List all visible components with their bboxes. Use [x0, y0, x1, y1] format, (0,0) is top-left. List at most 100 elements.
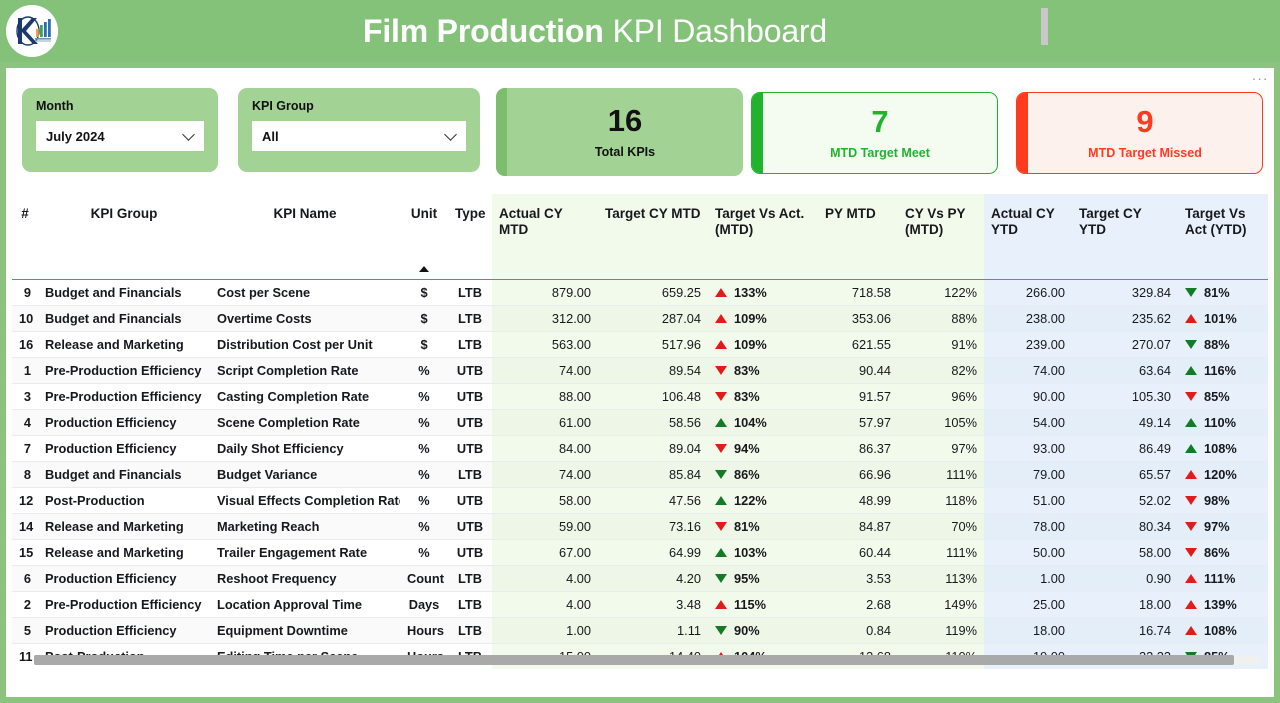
cell-cyvspy_mtd: 119% — [898, 617, 984, 644]
table-row[interactable]: 6 Production Efficiency Reshoot Frequency C… — [12, 565, 1268, 592]
cell-py_mtd: 86.37 — [818, 435, 898, 462]
cell-tva_mtd: 90% — [708, 617, 818, 644]
cell-actual_ytd: 50.00 — [984, 539, 1072, 566]
mtd-target-meet-card[interactable]: 7 MTD Target Meet — [751, 92, 998, 174]
table-row[interactable]: 10 Budget and Financials Overtime Costs $ LT… — [12, 305, 1268, 332]
cell-unit: $ — [400, 331, 448, 358]
column-header-unit[interactable]: Unit — [400, 194, 448, 279]
arrow-down-icon — [715, 391, 727, 401]
delta-value: 88% — [1204, 336, 1230, 352]
column-header-idx[interactable]: # — [12, 194, 38, 279]
cell-actual_mtd: 84.00 — [492, 435, 598, 462]
delta-value: 103% — [734, 544, 767, 560]
month-slicer[interactable]: Month July 2024 — [22, 88, 218, 172]
cell-actual_mtd: 563.00 — [492, 331, 598, 358]
cell-idx: 14 — [12, 513, 38, 540]
cell-target_mtd: 89.04 — [598, 435, 708, 462]
total-kpis-card[interactable]: 16 Total KPIs — [496, 88, 743, 176]
table-row[interactable]: 15 Release and Marketing Trailer Engagemen… — [12, 539, 1268, 566]
sort-ascending-icon — [419, 265, 429, 272]
column-header-label: CY Vs PY (MTD) — [905, 206, 966, 237]
cell-unit: Days — [400, 591, 448, 618]
cell-tva_mtd: 83% — [708, 357, 818, 384]
table-row[interactable]: 3 Pre-Production Efficiency Casting Comple… — [12, 383, 1268, 410]
cell-cyvspy_mtd: 113% — [898, 565, 984, 592]
delta-value: 101% — [1204, 310, 1237, 326]
dashboard-panel: ... Month July 2024 KPI Group All 16 Tot… — [6, 68, 1274, 697]
column-header-tva_mtd[interactable]: Target Vs Act. (MTD) — [708, 194, 818, 279]
cell-actual_ytd: 51.00 — [984, 487, 1072, 514]
arrow-up-icon — [1185, 443, 1197, 453]
column-header-group[interactable]: KPI Group — [38, 194, 210, 279]
table-row[interactable]: 9 Budget and Financials Cost per Scene $ LTB… — [12, 279, 1268, 306]
mtd-target-missed-card[interactable]: 9 MTD Target Missed — [1016, 92, 1263, 174]
cell-tva_ytd: 139% — [1178, 591, 1268, 618]
cell-py_mtd: 353.06 — [818, 305, 898, 332]
table-row[interactable]: 12 Post-Production Visual Effects Completi… — [12, 487, 1268, 514]
column-header-target_mtd[interactable]: Target CY MTD — [598, 194, 708, 279]
column-header-actual_mtd[interactable]: Actual CY MTD — [492, 194, 598, 279]
cell-tva_ytd: 98% — [1178, 487, 1268, 514]
table-row[interactable]: 5 Production Efficiency Equipment Downtime… — [12, 617, 1268, 644]
column-header-target_ytd[interactable]: Target CY YTD — [1072, 194, 1178, 279]
cell-py_mtd: 57.97 — [818, 409, 898, 436]
column-header-tva_ytd[interactable]: Target Vs Act (YTD) — [1178, 194, 1268, 279]
cell-tva_mtd: 83% — [708, 383, 818, 410]
kpi-group-dropdown[interactable]: All — [252, 121, 466, 151]
arrow-up-icon — [1185, 599, 1197, 609]
cell-idx: 6 — [12, 565, 38, 592]
cell-actual_ytd: 239.00 — [984, 331, 1072, 358]
delta-value: 83% — [734, 388, 760, 404]
column-header-py_mtd[interactable]: PY MTD — [818, 194, 898, 279]
cell-actual_ytd: 18.00 — [984, 617, 1072, 644]
cell-py_mtd: 718.58 — [818, 279, 898, 306]
table-row[interactable]: 7 Production Efficiency Daily Shot Efficie… — [12, 435, 1268, 462]
cell-name: Marketing Reach — [210, 513, 400, 540]
cell-unit: % — [400, 513, 448, 540]
horizontal-scrollbar[interactable] — [34, 655, 1260, 665]
cell-target_ytd: 270.07 — [1072, 331, 1178, 358]
cell-target_ytd: 80.34 — [1072, 513, 1178, 540]
cell-actual_ytd: 93.00 — [984, 435, 1072, 462]
cell-target_ytd: 63.64 — [1072, 357, 1178, 384]
table-row[interactable]: 16 Release and Marketing Distribution Cost… — [12, 331, 1268, 358]
column-header-actual_ytd[interactable]: Actual CY YTD — [984, 194, 1072, 279]
cell-tva_ytd: 116% — [1178, 357, 1268, 384]
cell-idx: 16 — [12, 331, 38, 358]
cell-actual_ytd: 78.00 — [984, 513, 1072, 540]
delta-value: 97% — [1204, 518, 1230, 534]
cell-target_ytd: 49.14 — [1072, 409, 1178, 436]
kpi-group-slicer[interactable]: KPI Group All — [238, 88, 480, 172]
column-header-label: Unit — [410, 206, 438, 221]
delta-value: 86% — [1204, 544, 1230, 560]
cell-py_mtd: 90.44 — [818, 357, 898, 384]
scrollbar-thumb[interactable] — [34, 655, 1234, 665]
arrow-down-icon — [1185, 547, 1197, 557]
cell-group: Pre-Production Efficiency — [38, 383, 210, 410]
delta-value: 86% — [734, 466, 760, 482]
delta-value: 108% — [1204, 440, 1237, 456]
column-header-label: Target Vs Act (YTD) — [1185, 206, 1247, 237]
cell-tva_mtd: 133% — [708, 279, 818, 306]
table-row[interactable]: 14 Release and Marketing Marketing Reach% U… — [12, 513, 1268, 540]
cell-py_mtd: 621.55 — [818, 331, 898, 358]
header-divider-bar — [1041, 8, 1048, 45]
table-row[interactable]: 2 Pre-Production Efficiency Location Appro… — [12, 591, 1268, 618]
month-dropdown[interactable]: July 2024 — [36, 121, 204, 151]
cell-tva_ytd: 111% — [1178, 565, 1268, 592]
table-row[interactable]: 8 Budget and Financials Budget Variance% LT… — [12, 461, 1268, 488]
mtd-target-meet-label: MTD Target Meet — [830, 145, 930, 160]
column-header-type[interactable]: Type — [448, 194, 492, 279]
arrow-down-icon — [1185, 391, 1197, 401]
cell-tva_ytd: 120% — [1178, 461, 1268, 488]
cell-name: Equipment Downtime — [210, 617, 400, 644]
table-row[interactable]: 1 Pre-Production Efficiency Script Complet… — [12, 357, 1268, 384]
cell-actual_mtd: 74.00 — [492, 357, 598, 384]
column-header-name[interactable]: KPI Name — [210, 194, 400, 279]
cell-type: LTB — [448, 279, 492, 306]
column-header-cyvspy_mtd[interactable]: CY Vs PY (MTD) — [898, 194, 984, 279]
cell-tva_mtd: 109% — [708, 331, 818, 358]
table-row[interactable]: 4 Production Efficiency Scene Completion R… — [12, 409, 1268, 436]
mtd-target-meet-value: 7 — [871, 104, 889, 140]
cell-cyvspy_mtd: 149% — [898, 591, 984, 618]
